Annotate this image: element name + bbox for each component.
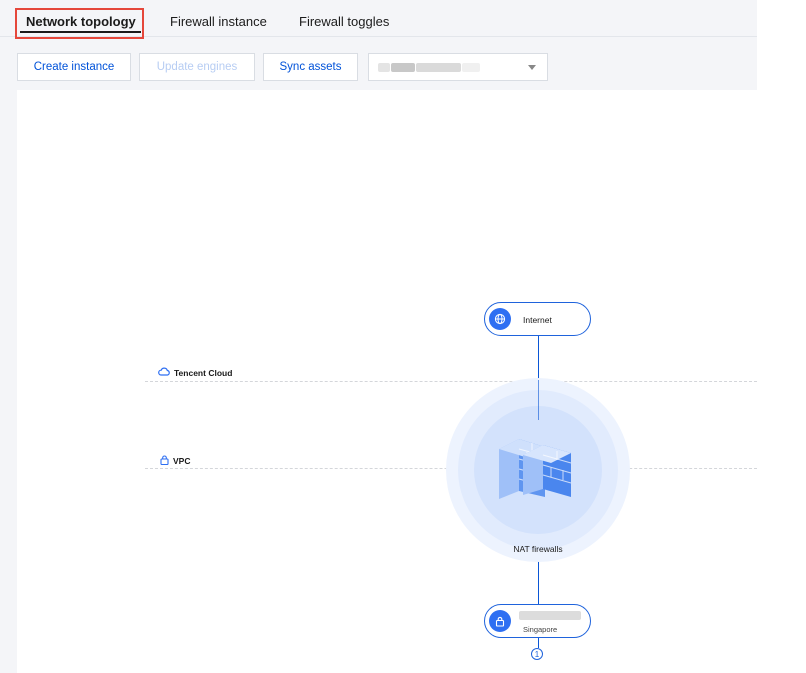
redacted-value <box>391 63 415 72</box>
vpc-label: VPC <box>173 456 191 466</box>
highlight-annotation-box <box>15 8 144 39</box>
internet-label: Internet <box>523 315 552 325</box>
internet-connector-line <box>538 335 539 380</box>
redacted-vpc-name <box>519 611 581 620</box>
vpc-connector-line <box>538 557 539 605</box>
redacted-value <box>462 63 480 72</box>
count-connector-line <box>538 638 539 648</box>
vpc-region-label: Singapore <box>523 625 558 634</box>
vpc-zone-label: VPC <box>160 455 190 467</box>
update-engines-button[interactable]: Update engines <box>139 53 255 81</box>
internet-node[interactable]: Internet <box>484 302 591 336</box>
cloud-zone-boundary <box>145 381 757 382</box>
tab-firewall-instance[interactable]: Firewall instance <box>170 14 267 29</box>
tencent-cloud-label: Tencent Cloud <box>174 367 233 378</box>
lock-icon <box>160 455 169 467</box>
lock-icon <box>489 610 511 632</box>
sync-assets-button[interactable]: Sync assets <box>263 53 358 81</box>
region-select[interactable] <box>368 53 548 81</box>
vpc-node[interactable]: Singapore <box>484 604 591 638</box>
halo-connector-line <box>538 380 539 420</box>
redacted-value <box>378 63 390 72</box>
firewall-brick-icon[interactable] <box>495 425 575 500</box>
redacted-value <box>416 63 461 72</box>
chevron-down-icon <box>528 65 536 70</box>
nat-firewalls-label: NAT firewalls <box>513 544 563 554</box>
tencent-cloud-zone-label: Tencent Cloud <box>158 367 232 378</box>
cloud-icon <box>158 367 170 378</box>
create-instance-button[interactable]: Create instance <box>17 53 131 81</box>
globe-icon <box>489 308 511 330</box>
instance-count-badge[interactable]: 1 <box>531 648 543 660</box>
tab-firewall-toggles[interactable]: Firewall toggles <box>299 14 389 29</box>
